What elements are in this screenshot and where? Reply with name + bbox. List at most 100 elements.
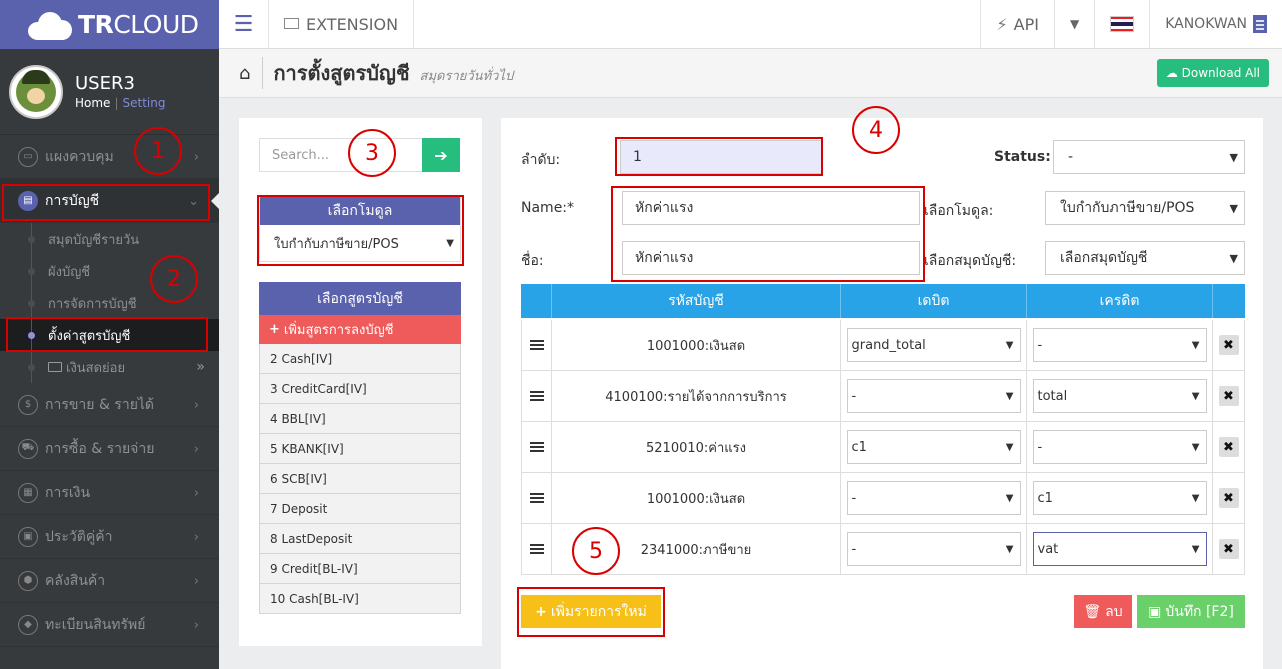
caret-down-icon: ▼	[1191, 441, 1200, 453]
page-subtitle: สมุดรายวันทั่วไป	[419, 68, 514, 84]
caret-down-icon: ▼	[1069, 17, 1080, 31]
plug-icon: ⚡	[996, 14, 1008, 34]
api-menu[interactable]: ⚡ API	[980, 0, 1054, 48]
sidebar-item-inventory[interactable]: ⬢ คลังสินค้า ›	[0, 559, 219, 603]
account-cell: 4100100:รายได้จากการบริการ	[552, 371, 841, 421]
column-header-debit: เดบิต	[841, 284, 1027, 318]
table-row: 5210010:ค่าแรง c1 ▼ - ▼ ✖	[521, 422, 1245, 473]
drag-handle[interactable]	[521, 320, 552, 370]
credit-select-value: total	[1037, 388, 1068, 404]
sidebar-subitem-petty-cash[interactable]: เงินสดย่อย »	[0, 351, 219, 383]
dropdown-toggle[interactable]: ▼	[1053, 0, 1094, 48]
home-icon[interactable]: ⌂	[239, 63, 250, 84]
sidebar-item-partners[interactable]: ▣ ประวัติคู่ค้า ›	[0, 515, 219, 559]
credit-select[interactable]: c1 ▼	[1032, 481, 1207, 515]
sidebar-subitem-journal[interactable]: สมุดบัญชีรายวัน	[0, 223, 219, 255]
drag-handle[interactable]	[521, 371, 552, 421]
journal-select-value: เลือกสมุดบัญชี	[1060, 250, 1148, 266]
column-header-account: รหัสบัญชี	[552, 284, 841, 318]
debit-select[interactable]: grand_total ▼	[846, 328, 1021, 362]
setting-link[interactable]: Setting	[122, 96, 165, 110]
journal-select[interactable]: เลือกสมุดบัญชี ▼	[1045, 241, 1245, 275]
formula-item[interactable]: 10 Cash[BL-IV]	[259, 584, 461, 614]
formula-item[interactable]: 5 KBANK[IV]	[259, 434, 461, 464]
download-all-button[interactable]: ☁ Download All	[1156, 59, 1269, 87]
debit-select-value: grand_total	[851, 337, 926, 353]
search-submit-button[interactable]: ➔	[422, 138, 460, 172]
table-row: 1001000:เงินสด - ▼ c1 ▼ ✖	[521, 473, 1245, 524]
sidebar-item-finance[interactable]: ▦ การเงิน ›	[0, 471, 219, 515]
debit-select[interactable]: - ▼	[846, 481, 1021, 515]
delete-row-button[interactable]: ✖	[1218, 488, 1239, 508]
brand-logo[interactable]: TRCLOUD	[0, 0, 219, 49]
drag-handle[interactable]	[521, 524, 552, 574]
annotation-box-accounting	[2, 184, 210, 221]
language-switch[interactable]	[1094, 0, 1149, 48]
debit-select[interactable]: - ▼	[846, 379, 1021, 413]
drag-handle-icon	[529, 442, 544, 452]
sidebar-item-label: การเงิน	[45, 484, 91, 501]
add-formula-button[interactable]: + เพิ่มสูตรการลงบัญชี	[259, 315, 461, 344]
credit-select[interactable]: - ▼	[1032, 328, 1207, 362]
cloud-download-icon: ☁	[1165, 66, 1178, 80]
home-link[interactable]: Home	[75, 96, 110, 110]
caret-down-icon: ▼	[1191, 492, 1200, 504]
user-link-separator: |	[114, 96, 119, 110]
debit-select[interactable]: c1 ▼	[846, 430, 1021, 464]
dollar-icon: $	[18, 394, 38, 415]
sidebar-item-dashboard[interactable]: ▭ แผงควบคุม ›	[0, 135, 219, 179]
user-menu[interactable]: KANOKWAN	[1149, 0, 1282, 48]
account-cell: 1001000:เงินสด	[552, 473, 841, 523]
caret-down-icon: ▼	[1005, 390, 1014, 402]
credit-select[interactable]: - ▼	[1032, 430, 1207, 464]
thai-name-label: ชื่อ:	[521, 253, 544, 269]
save-button[interactable]: ▣ บันทึก [F2]	[1137, 595, 1245, 628]
sidebar-item-label: การขาย & รายได้	[45, 396, 155, 413]
sidebar-subitem-label: สมุดบัญชีรายวัน	[48, 232, 140, 248]
close-icon: ✖	[1223, 439, 1234, 455]
caret-down-icon: ▼	[1191, 543, 1200, 555]
extension-menu[interactable]: EXTENSION	[269, 0, 415, 48]
sidebar-item-purchase[interactable]: ⛟ การซื้อ & รายจ่าย ›	[0, 427, 219, 471]
chevron-right-icon: ›	[193, 574, 199, 589]
delete-row-button[interactable]: ✖	[1218, 386, 1239, 406]
delete-row-button[interactable]: ✖	[1218, 335, 1239, 355]
desktop-icon	[284, 17, 299, 29]
sidebar-item-sales[interactable]: $ การขาย & รายได้ ›	[0, 383, 219, 427]
debit-select[interactable]: - ▼	[846, 532, 1021, 566]
delete-button[interactable]: 🗑 ลบ	[1074, 595, 1132, 628]
formula-item[interactable]: 9 Credit[BL-IV]	[259, 554, 461, 584]
credit-select[interactable]: vat ▼	[1032, 532, 1207, 566]
download-all-label: Download All	[1181, 66, 1260, 80]
sidebar-item-label: แผงควบคุม	[45, 148, 114, 165]
sidebar-subitem-label: การจัดการบัญชี	[48, 296, 137, 312]
caret-down-icon: ▼	[1229, 150, 1238, 164]
order-label: ลำดับ:	[521, 152, 561, 168]
drag-handle[interactable]	[521, 422, 552, 472]
delete-row-button[interactable]: ✖	[1218, 437, 1239, 457]
formula-item[interactable]: 7 Deposit	[259, 494, 461, 524]
annotation-number-4: 4	[852, 106, 900, 154]
page-title: การตั้งสูตรบัญชี	[262, 57, 410, 89]
credit-select[interactable]: total ▼	[1032, 379, 1207, 413]
status-select[interactable]: - ▼	[1053, 140, 1245, 174]
formula-item[interactable]: 8 LastDeposit	[259, 524, 461, 554]
formula-item[interactable]: 3 CreditCard[IV]	[259, 374, 461, 404]
search-input[interactable]: Search...	[259, 138, 422, 172]
annotation-number-1: 1	[134, 127, 182, 175]
module-select-form[interactable]: ใบกำกับภาษีขาย/POS ▼	[1045, 191, 1245, 225]
drag-handle[interactable]	[521, 473, 552, 523]
formula-item[interactable]: 2 Cash[IV]	[259, 344, 461, 374]
cart-icon: ⛟	[18, 438, 38, 459]
avatar[interactable]	[9, 64, 63, 119]
formula-item[interactable]: 4 BBL[IV]	[259, 404, 461, 434]
add-formula-label: เพิ่มสูตรการลงบัญชี	[283, 323, 394, 338]
cubes-icon: ⬢	[18, 570, 38, 591]
chevron-right-icon: ›	[193, 530, 199, 545]
sidebar-item-assets[interactable]: ◆ ทะเบียนสินทรัพย์ ›	[0, 603, 219, 647]
caret-down-icon: ▼	[1229, 201, 1238, 215]
delete-row-button[interactable]: ✖	[1218, 539, 1239, 559]
formula-item[interactable]: 6 SCB[IV]	[259, 464, 461, 494]
username: KANOKWAN	[1165, 16, 1247, 32]
hamburger-menu-icon[interactable]: ☰	[219, 0, 269, 48]
